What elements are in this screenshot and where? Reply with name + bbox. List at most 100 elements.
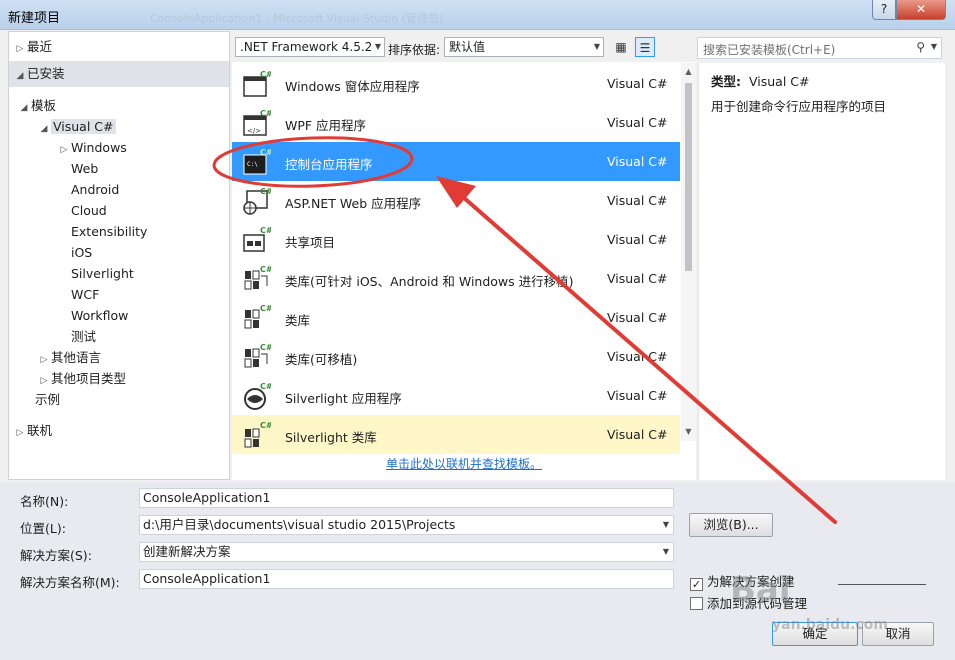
collapse-icon: ◢ — [40, 124, 48, 134]
svg-text:</>: </> — [247, 127, 261, 135]
tree-item-recent[interactable]: ▷ 最近 — [9, 34, 229, 60]
title-bar: 新建项目 ConsoleApplication1 - Microsoft Vis… — [0, 0, 955, 30]
template-item-windows-forms[interactable]: C# Windows 窗体应用程序 Visual C# — [232, 64, 680, 103]
template-item-aspnet[interactable]: C# ASP.NET Web 应用程序 Visual C# — [232, 181, 680, 220]
sort-value: 默认值 — [449, 40, 486, 54]
tree-item-wcf[interactable]: WCF — [71, 285, 99, 305]
tree-label: 联机 — [27, 423, 53, 438]
template-item-console[interactable]: C:\C# 控制台应用程序 Visual C# — [232, 142, 680, 181]
tree-item-ios[interactable]: iOS — [71, 243, 92, 263]
tree-item-installed[interactable]: ◢ 已安装 — [9, 61, 229, 87]
template-type: 类型: Visual C# — [711, 71, 810, 90]
template-item-shared-project[interactable]: C# 共享项目 Visual C# — [232, 220, 680, 259]
solution-value: 创建新解决方案 — [143, 544, 231, 559]
tree-item-silverlight[interactable]: Silverlight — [71, 264, 134, 284]
framework-select[interactable]: .NET Framework 4.5.2 ▼ — [235, 37, 385, 57]
solution-select[interactable]: 创建新解决方案 ▼ — [139, 542, 674, 562]
template-item-silverlight-library[interactable]: C# Silverlight 类库 Visual C# — [232, 415, 680, 454]
tree-item-templates[interactable]: ◢ 模板 — [17, 96, 56, 116]
tree-item-other-project-types[interactable]: ▷ 其他项目类型 — [37, 369, 126, 389]
svg-text:C#: C# — [260, 265, 271, 274]
name-value: ConsoleApplication1 — [143, 490, 271, 505]
help-button[interactable]: ? — [872, 0, 896, 20]
small-icons-view-button[interactable]: ▦ — [611, 37, 631, 57]
template-list-scrollbar[interactable]: ▲ ▼ — [681, 63, 696, 441]
solution-name-label: 解决方案名称(M): — [20, 575, 120, 590]
svg-text:C#: C# — [260, 304, 271, 313]
expand-icon: ▷ — [16, 428, 24, 438]
type-label: 类型: — [711, 74, 741, 89]
template-name: 共享项目 — [285, 235, 336, 250]
tree-item-cloud[interactable]: Cloud — [71, 201, 107, 221]
online-templates-link[interactable]: 单击此处以联机并查找模板。 — [386, 455, 542, 472]
template-list: C# Windows 窗体应用程序 Visual C# </> C# WPF 应用… — [232, 62, 696, 480]
tree-item-online[interactable]: ▷ 联机 — [9, 418, 229, 444]
solution-name-input[interactable]: ConsoleApplication1 — [139, 569, 674, 589]
tree-label: 其他语言 — [51, 350, 102, 365]
expand-icon: ▷ — [40, 376, 48, 386]
location-value: d:\用户目录\documents\visual studio 2015\Pro… — [143, 517, 456, 532]
tree-item-windows[interactable]: ▷ Windows — [57, 138, 127, 158]
tree-item-web[interactable]: Web — [71, 159, 98, 179]
browse-button[interactable]: 浏览(B)... — [689, 513, 773, 537]
checkbox-icon — [690, 597, 703, 610]
name-input[interactable]: ConsoleApplication1 — [139, 488, 674, 508]
template-item-class-library[interactable]: C# 类库 Visual C# — [232, 298, 680, 337]
chevron-down-icon: ▼ — [374, 42, 381, 51]
tree-item-android[interactable]: Android — [71, 180, 119, 200]
tree-label: 其他项目类型 — [51, 371, 127, 386]
grid-icon: ▦ — [615, 40, 627, 54]
close-button[interactable]: ✕ — [896, 0, 946, 20]
template-item-wpf[interactable]: </> C# WPF 应用程序 Visual C# — [232, 103, 680, 142]
svg-text:C#: C# — [260, 421, 271, 430]
tree-label: Cloud — [71, 203, 107, 218]
chevron-down-icon[interactable]: ▼ — [663, 516, 669, 534]
tree-label: 最近 — [27, 39, 53, 54]
scrollbar-thumb[interactable] — [685, 83, 692, 271]
svg-text:C:\: C:\ — [247, 161, 258, 168]
silverlight-icon: C# — [244, 382, 271, 410]
list-view-button[interactable]: ☰ — [635, 37, 655, 57]
template-item-portable-class-library[interactable]: C# 类库(可移植) Visual C# — [232, 337, 680, 376]
tree-label: 测试 — [71, 329, 97, 344]
tree-label: 示例 — [35, 392, 61, 407]
tree-item-extensibility[interactable]: Extensibility — [71, 222, 147, 242]
sort-label: 排序依据: — [388, 43, 441, 57]
template-name: 类库(可移植) — [285, 352, 358, 367]
tree-item-workflow[interactable]: Workflow — [71, 306, 128, 326]
location-label: 位置(L): — [20, 521, 66, 536]
expand-icon: ▷ — [40, 355, 48, 365]
sort-select[interactable]: 默认值 ▼ — [444, 37, 604, 57]
tree-item-other-languages[interactable]: ▷ 其他语言 — [37, 348, 101, 368]
tree-label: Extensibility — [71, 224, 148, 239]
svg-text:C#: C# — [260, 343, 271, 352]
search-placeholder: 搜索已安装模板(Ctrl+E) — [703, 43, 836, 57]
template-language: Visual C# — [607, 232, 668, 247]
svg-text:C#: C# — [260, 148, 271, 157]
search-templates-input[interactable]: 搜索已安装模板(Ctrl+E) ⚲ ▼ — [697, 37, 942, 59]
template-name: Silverlight 类库 — [285, 430, 377, 445]
location-input[interactable]: d:\用户目录\documents\visual studio 2015\Pro… — [139, 515, 674, 535]
shared-project-icon: C# — [243, 226, 271, 252]
template-language: Visual C# — [607, 115, 668, 130]
template-details: 类型: Visual C# 用于创建命令行应用程序的项目 — [698, 63, 945, 480]
template-item-silverlight-app[interactable]: C# Silverlight 应用程序 Visual C# — [232, 376, 680, 415]
expand-icon: ▷ — [60, 145, 68, 155]
window-title: 新建项目 — [8, 11, 61, 26]
checkbox-checked-icon: ✓ — [690, 578, 703, 591]
template-item-portable-library-ios-android[interactable]: C# 类库(可针对 iOS、Android 和 Windows 进行移植) Vi… — [232, 259, 680, 298]
template-description: 用于创建命令行应用程序的项目 — [711, 99, 887, 114]
tree-item-test[interactable]: 测试 — [71, 327, 96, 347]
silverlight-library-icon: C# — [244, 421, 271, 448]
template-name: Silverlight 应用程序 — [285, 391, 402, 406]
tree-item-samples[interactable]: 示例 — [35, 390, 60, 410]
scroll-up-icon[interactable]: ▲ — [681, 65, 696, 79]
tree-item-visual-csharp[interactable]: ◢ Visual C# — [37, 117, 116, 137]
scroll-down-icon[interactable]: ▼ — [681, 425, 696, 439]
git-separator — [838, 584, 926, 585]
windows-forms-icon: C# — [243, 70, 271, 97]
list-icon: ☰ — [639, 41, 651, 55]
web-icon: C# — [243, 187, 271, 215]
template-name: Windows 窗体应用程序 — [285, 79, 420, 94]
tree-label: Web — [71, 161, 99, 176]
